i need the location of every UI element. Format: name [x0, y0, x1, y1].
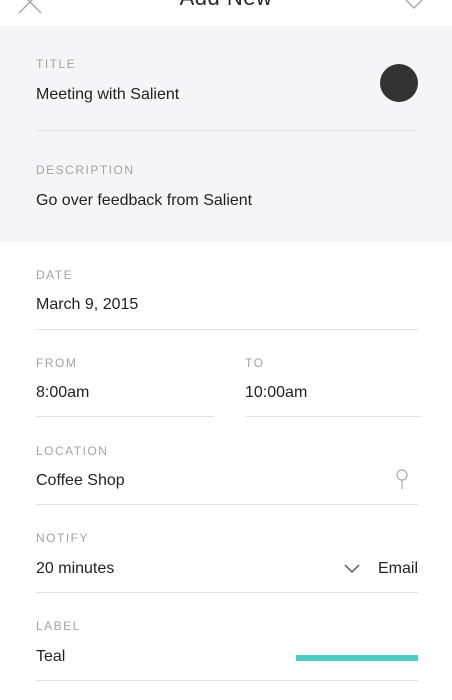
divider	[36, 130, 418, 131]
to-label: TO	[245, 356, 265, 370]
location-field[interactable]: Coffee Shop	[36, 472, 125, 490]
checkmark-icon	[405, 0, 424, 10]
divider	[36, 416, 214, 417]
from-label: FROM	[36, 356, 78, 370]
label-color-swatch[interactable]	[296, 655, 418, 661]
title-color-swatch[interactable]	[380, 64, 418, 102]
location-label: LOCATION	[36, 444, 109, 458]
notify-method[interactable]: Email	[378, 560, 418, 578]
notify-time-field[interactable]: 20 minutes	[36, 560, 114, 578]
divider	[245, 416, 421, 417]
to-field[interactable]: 10:00am	[245, 384, 307, 402]
divider	[36, 329, 418, 330]
date-field[interactable]: March 9, 2015	[36, 296, 138, 314]
title-label: TITLE	[36, 57, 77, 71]
description-label: DESCRIPTION	[36, 163, 135, 177]
confirm-button[interactable]	[404, 0, 434, 16]
label-label: LABEL	[36, 619, 81, 633]
title-field[interactable]: Meeting with Salient	[36, 86, 179, 104]
chevron-down-icon[interactable]	[343, 561, 361, 575]
from-field[interactable]: 8:00am	[36, 384, 89, 402]
description-field[interactable]: Go over feedback from Salient	[36, 192, 252, 210]
page-title: Add New	[0, 0, 452, 11]
header: Add New	[0, 0, 452, 26]
date-label: DATE	[36, 268, 74, 282]
location-pin-icon[interactable]	[393, 468, 411, 490]
divider	[36, 504, 418, 505]
label-field[interactable]: Teal	[36, 648, 65, 666]
divider	[36, 680, 418, 681]
notify-label: NOTIFY	[36, 531, 89, 545]
divider	[36, 592, 418, 593]
